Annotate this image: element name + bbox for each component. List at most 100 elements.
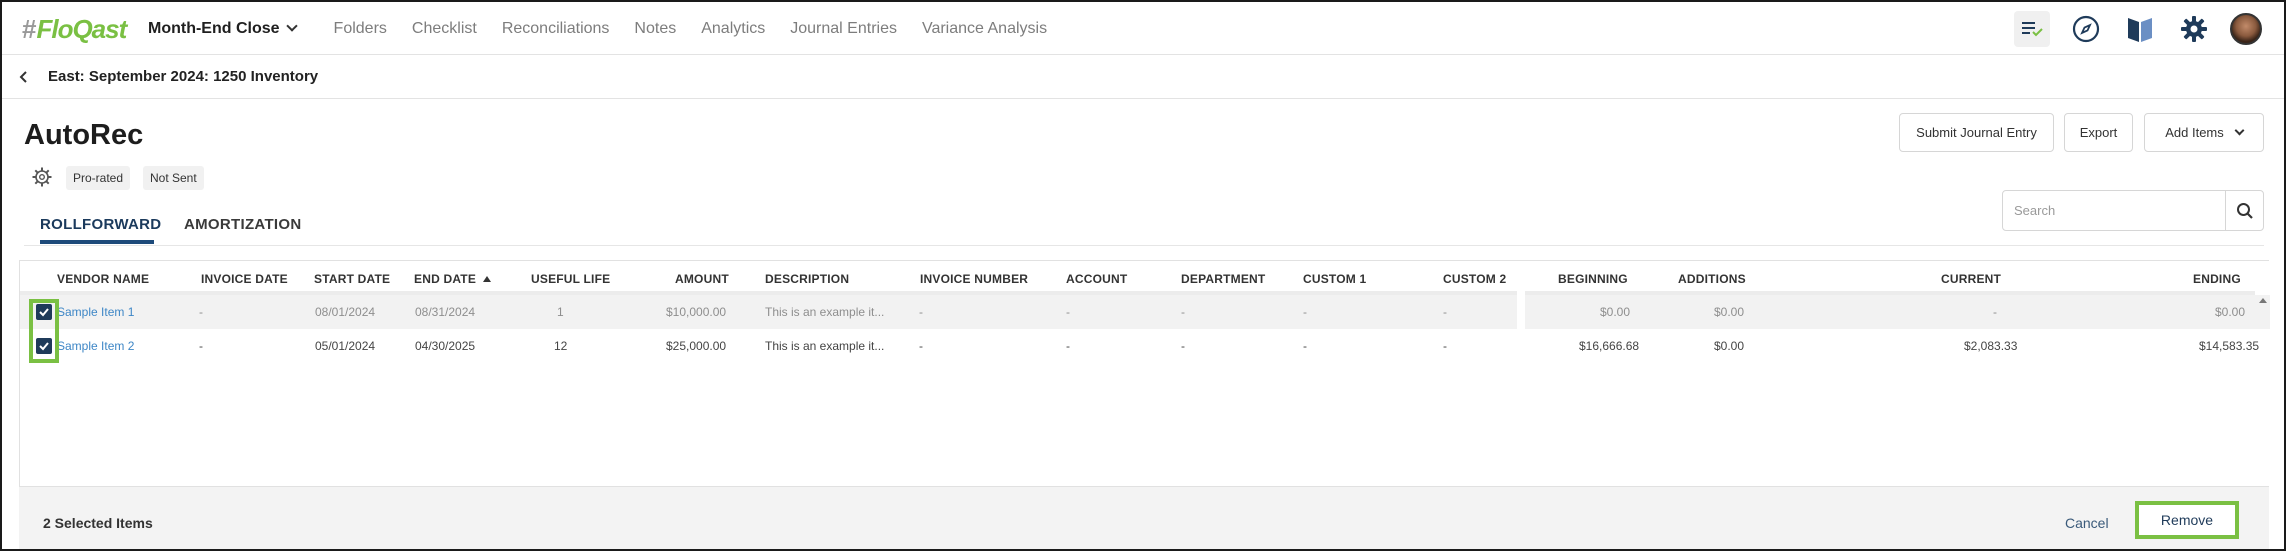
col-current[interactable]: CURRENT xyxy=(1941,272,2001,286)
cell-custom-1: - xyxy=(1303,339,1307,353)
search-box xyxy=(2002,190,2264,231)
breadcrumb: East: September 2024: 1250 Inventory xyxy=(48,68,319,85)
scroll-up-icon[interactable] xyxy=(2259,298,2267,303)
col-description[interactable]: DESCRIPTION xyxy=(765,272,849,286)
nav-notes[interactable]: Notes xyxy=(634,20,676,38)
cell-custom-2: - xyxy=(1443,305,1447,319)
active-tab-indicator xyxy=(40,240,154,244)
col-vendor-name[interactable]: VENDOR NAME xyxy=(57,272,149,286)
cancel-button[interactable]: Cancel xyxy=(2065,515,2109,531)
cell-account: - xyxy=(1066,305,1070,319)
nav-folders[interactable]: Folders xyxy=(334,20,387,38)
nav-checklist[interactable]: Checklist xyxy=(412,20,477,38)
search-input[interactable] xyxy=(2003,191,2225,230)
cell-description: This is an example it... xyxy=(765,339,885,353)
nav-reconciliations[interactable]: Reconciliations xyxy=(502,20,610,38)
top-nav: #FloQast Month-End Close Folders Checkli… xyxy=(2,2,2284,55)
compass-icon[interactable] xyxy=(2068,11,2104,47)
chevron-down-icon xyxy=(2234,125,2245,136)
col-end-date[interactable]: END DATE xyxy=(414,272,491,286)
submit-journal-entry-button[interactable]: Submit Journal Entry xyxy=(1899,113,2054,152)
floqast-logo[interactable]: #FloQast xyxy=(22,14,127,45)
col-beginning[interactable]: BEGINNING xyxy=(1558,272,1628,286)
cell-invoice-date: - xyxy=(199,305,203,319)
cell-useful-life: 12 xyxy=(554,339,568,353)
col-invoice-date[interactable]: INVOICE DATE xyxy=(201,272,288,286)
table-row[interactable]: Sample Item 2 - 05/01/2024 04/30/2025 12… xyxy=(20,329,2270,363)
chevron-down-icon xyxy=(285,20,298,32)
col-custom-2[interactable]: CUSTOM 2 xyxy=(1443,272,1506,286)
table-body: VENDOR NAME INVOICE DATE START DATE END … xyxy=(20,261,2270,486)
col-department[interactable]: DEPARTMENT xyxy=(1181,272,1265,286)
cell-end-date: 04/30/2025 xyxy=(415,339,476,353)
cell-custom-2: - xyxy=(1443,339,1447,353)
col-invoice-number[interactable]: INVOICE NUMBER xyxy=(920,272,1028,286)
cell-current: - xyxy=(1993,305,1997,319)
cell-department: - xyxy=(1181,339,1185,353)
user-avatar[interactable] xyxy=(2230,13,2262,45)
cell-beginning: $16,666.68 xyxy=(1579,339,1640,353)
add-items-label: Add Items xyxy=(2165,125,2224,140)
tab-rollforward[interactable]: ROLLFORWARD xyxy=(40,216,161,233)
cell-end-date: 08/31/2024 xyxy=(415,305,476,319)
remove-button[interactable]: Remove xyxy=(2135,501,2239,539)
nav-month-end-close[interactable]: Month-End Close xyxy=(148,20,298,38)
gear-icon[interactable] xyxy=(2176,11,2212,47)
col-custom-1[interactable]: CUSTOM 1 xyxy=(1303,272,1366,286)
app-frame: #FloQast Month-End Close Folders Checkli… xyxy=(0,0,2286,551)
cell-additions: $0.00 xyxy=(1714,339,1745,353)
selection-footer: 2 Selected Items Cancel Remove xyxy=(19,486,2269,549)
cell-custom-1: - xyxy=(1303,305,1307,319)
search-button[interactable] xyxy=(2225,191,2263,230)
cell-invoice-date: - xyxy=(199,339,203,353)
cell-ending: $0.00 xyxy=(2215,305,2246,319)
vertical-scrollbar[interactable] xyxy=(2256,295,2268,485)
col-ending[interactable]: ENDING xyxy=(2193,272,2241,286)
status-badge-prorated: Pro-rated xyxy=(66,166,131,190)
cell-start-date: 08/01/2024 xyxy=(315,305,376,319)
page-title: AutoRec xyxy=(24,119,144,151)
export-button[interactable]: Export xyxy=(2064,113,2133,152)
cell-amount: $10,000.00 xyxy=(666,305,727,319)
col-useful-life[interactable]: USEFUL LIFE xyxy=(531,272,610,286)
nav-icons xyxy=(2014,11,2262,47)
cell-account: - xyxy=(1066,339,1070,353)
checkbox-highlight xyxy=(29,299,59,363)
nav-journal-entries[interactable]: Journal Entries xyxy=(790,20,897,38)
cell-amount: $25,000.00 xyxy=(666,339,727,353)
cell-additions: $0.00 xyxy=(1714,305,1745,319)
selected-count: 2 Selected Items xyxy=(43,515,153,531)
column-gap xyxy=(1517,329,1525,363)
cell-description: This is an example it... xyxy=(765,305,885,319)
sort-ascending-icon xyxy=(482,276,491,282)
vendor-link[interactable]: Sample Item 2 xyxy=(57,339,134,353)
col-end-date-label: END DATE xyxy=(414,272,477,286)
col-additions[interactable]: ADDITIONS xyxy=(1678,272,1746,286)
tabs-divider xyxy=(24,245,2264,246)
tasks-check-icon[interactable] xyxy=(2014,11,2050,47)
cell-invoice-number: - xyxy=(919,339,923,353)
cell-ending: $14,583.35 xyxy=(2199,339,2260,353)
add-items-button[interactable]: Add Items xyxy=(2144,113,2264,152)
cell-current: $2,083.33 xyxy=(1964,339,2018,353)
table-row[interactable]: Sample Item 1 - 08/01/2024 08/31/2024 1 … xyxy=(20,295,2270,329)
nav-analytics[interactable]: Analytics xyxy=(701,20,765,38)
search-icon xyxy=(2236,202,2253,219)
main-menu: Month-End Close Folders Checklist Reconc… xyxy=(148,2,1072,55)
col-start-date[interactable]: START DATE xyxy=(314,272,390,286)
cell-invoice-number: - xyxy=(919,305,923,319)
nav-variance-analysis[interactable]: Variance Analysis xyxy=(922,20,1047,38)
settings-gear-icon[interactable] xyxy=(31,166,53,188)
column-gap xyxy=(1517,295,1525,329)
status-badge-not-sent: Not Sent xyxy=(143,166,204,190)
breadcrumb-bar: East: September 2024: 1250 Inventory xyxy=(2,55,2284,99)
col-amount[interactable]: AMOUNT xyxy=(675,272,729,286)
col-account[interactable]: ACCOUNT xyxy=(1066,272,1127,286)
cell-department: - xyxy=(1181,305,1185,319)
tab-amortization[interactable]: AMORTIZATION xyxy=(184,216,301,233)
cell-beginning: $0.00 xyxy=(1600,305,1631,319)
book-icon[interactable] xyxy=(2122,11,2158,47)
cell-useful-life: 1 xyxy=(557,305,564,319)
vendor-link[interactable]: Sample Item 1 xyxy=(57,305,134,319)
back-arrow-icon[interactable] xyxy=(16,69,32,85)
